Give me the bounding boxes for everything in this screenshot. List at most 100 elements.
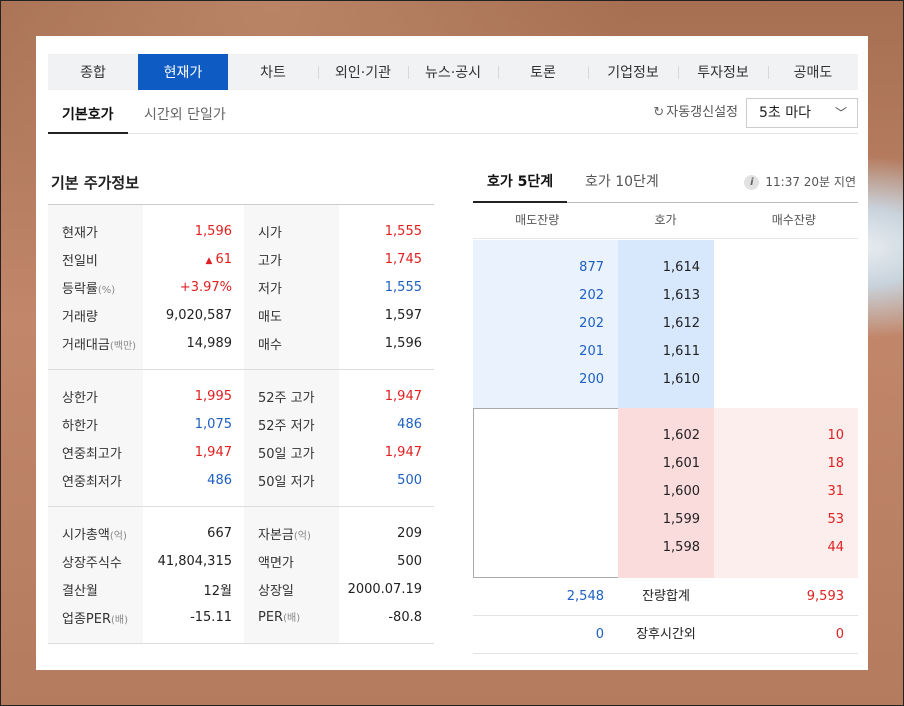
header-bid-qty: 매수잔량	[771, 213, 816, 227]
tab-orderbook-10[interactable]: 호가 10단계	[585, 164, 659, 203]
ask-price-cell: 1,614	[662, 260, 700, 275]
info-value: 1,555	[384, 223, 422, 239]
info-value: 14,989	[186, 335, 233, 351]
tab-news[interactable]: 뉴스·공시	[408, 54, 498, 90]
info-value: 1,596	[384, 335, 422, 351]
ask-qty-cell: 202	[579, 316, 604, 331]
chevron-down-icon: ﹀	[834, 106, 847, 120]
info-value: 9,020,587	[165, 307, 232, 323]
info-label: 자본금(억)	[258, 527, 311, 543]
total-label: 잔량합계	[642, 589, 690, 604]
info-row: 현재가 1,596 시가 1,555	[48, 217, 434, 245]
ask-qty-cell: 877	[579, 260, 604, 275]
info-icon[interactable]: i	[744, 175, 760, 190]
delay-notice: i 11:37 20분 지연	[744, 164, 856, 200]
ask-price-cell: 1,612	[662, 316, 700, 331]
bid-price-cell: 1,602	[662, 428, 700, 443]
info-value: 2000.07.19	[347, 581, 422, 597]
refresh-interval-select[interactable]: 5초 마다 ﹀	[746, 98, 858, 128]
info-value: 1,947	[384, 444, 422, 460]
bid-qty-cell: 53	[827, 512, 844, 527]
info-label: 업종PER(배)	[62, 611, 129, 627]
info-label: 50일 저가	[258, 474, 315, 490]
bid-price-cell: 1,598	[662, 540, 700, 555]
tab-company-info[interactable]: 기업정보	[588, 54, 678, 90]
info-value: 1,947	[194, 444, 232, 460]
info-row: 상장주식수 41,804,315 액면가 500	[48, 547, 434, 575]
bid-qty-column: 10 18 31 53 44	[714, 408, 858, 578]
ask-price-cell: 1,610	[662, 372, 700, 387]
tab-orderbook-5[interactable]: 호가 5단계	[473, 164, 568, 203]
ask-price-cell: 1,611	[662, 344, 700, 359]
info-label: 거래량	[62, 309, 98, 325]
info-value: 12월	[203, 583, 232, 599]
info-value: ▲ 61	[205, 251, 232, 267]
total-ask-qty: 2,548	[566, 589, 604, 604]
tab-current-price[interactable]: 현재가	[138, 54, 228, 90]
ask-qty-cell: 201	[579, 344, 604, 359]
info-row: 업종PER(배) -15.11 PER(배) -80.8	[48, 603, 434, 631]
total-bid-qty: 9,593	[806, 589, 844, 604]
info-row: 연중최고가 1,947 50일 고가 1,947	[48, 438, 434, 466]
ask-qty-cell: 200	[579, 372, 604, 387]
ask-block: 877 202 202 201 200 1,614 1,613 1,612 1,611 1,61…	[473, 240, 858, 408]
orderbook-tab-bar: 호가 5단계 호가 10단계 i 11:37 20분 지연	[473, 164, 858, 203]
info-value: 41,804,315	[157, 553, 232, 569]
info-value: -80.8	[388, 609, 422, 625]
bid-qty-cell: 18	[827, 456, 844, 471]
tab-summary[interactable]: 종합	[48, 54, 138, 90]
info-label: 연중최저가	[62, 474, 122, 490]
info-value: 1,555	[384, 279, 422, 295]
info-label: 고가	[258, 253, 282, 269]
info-value: 486	[207, 472, 232, 488]
refresh-icon: ↻	[653, 105, 665, 120]
info-row: 상한가 1,995 52주 고가 1,947	[48, 382, 434, 410]
info-label: 매도	[258, 309, 282, 325]
bid-block: 1,602 1,601 1,600 1,599 1,598 10 18 31 53 44	[473, 408, 858, 578]
subtab-after-hours[interactable]: 시간외 단일가	[144, 96, 226, 134]
info-row: 거래량 9,020,587 매도 1,597	[48, 301, 434, 329]
tab-foreign-institution[interactable]: 외인·기관	[318, 54, 408, 90]
orderbook-header: 매도잔량 호가 매수잔량	[473, 203, 858, 239]
header-price: 호가	[654, 213, 677, 227]
info-label: PER(배)	[258, 610, 301, 625]
info-value: 1,596	[194, 223, 232, 239]
basic-price-info-table: 현재가 1,596 시가 1,555 전일비 ▲ 61 고가 1,745 등락률(%) +3.97%…	[48, 204, 434, 644]
bid-price-cell: 1,599	[662, 512, 700, 527]
info-value: -15.11	[190, 609, 232, 625]
info-value: 486	[397, 416, 422, 432]
info-label: 52주 고가	[258, 390, 315, 406]
ask-price-column: 1,614 1,613 1,612 1,611 1,610	[618, 240, 714, 408]
info-label: 시가총액(억)	[62, 527, 127, 543]
tab-discussion[interactable]: 토론	[498, 54, 588, 90]
basic-price-info-title: 기본 주가정보	[51, 174, 140, 192]
info-label: 하한가	[62, 418, 98, 434]
up-triangle-icon: ▲	[205, 255, 213, 266]
tab-chart[interactable]: 차트	[228, 54, 318, 90]
info-label: 액면가	[258, 555, 294, 571]
subtab-basic-quote[interactable]: 기본호가	[48, 96, 128, 134]
bid-qty-cell: 31	[827, 484, 844, 499]
stock-quote-panel: 종합 현재가 차트 외인·기관 뉴스·공시 토론 기업정보 투자정보 공매도 기…	[36, 36, 868, 670]
info-label: 상한가	[62, 390, 98, 406]
info-value: 1,995	[194, 388, 232, 404]
after-bid-qty: 0	[835, 627, 844, 642]
info-row: 하한가 1,075 52주 저가 486	[48, 410, 434, 438]
bid-qty-cell: 44	[827, 540, 844, 555]
auto-refresh-setting[interactable]: ↻ 자동갱신설정	[653, 96, 738, 130]
info-label: 거래대금(백만)	[62, 337, 137, 353]
delay-text: 11:37 20분 지연	[765, 175, 856, 189]
ask-price-cell: 1,613	[662, 288, 700, 303]
company-group: 시가총액(억) 667 자본금(억) 209 상장주식수 41,804,315 액면가 500…	[48, 507, 434, 644]
bid-qty-cell: 10	[827, 428, 844, 443]
info-value: 1,745	[384, 251, 422, 267]
info-value: +3.97%	[179, 279, 232, 295]
tab-investment-info[interactable]: 투자정보	[678, 54, 768, 90]
after-ask-qty: 0	[595, 627, 604, 642]
total-row: 2,548 잔량합계 9,593	[473, 578, 858, 616]
info-label: 시가	[258, 225, 282, 241]
after-label: 장후시간외	[636, 627, 696, 642]
info-value: 209	[397, 525, 422, 541]
tab-short-selling[interactable]: 공매도	[768, 54, 858, 90]
info-label: 결산월	[62, 583, 98, 599]
